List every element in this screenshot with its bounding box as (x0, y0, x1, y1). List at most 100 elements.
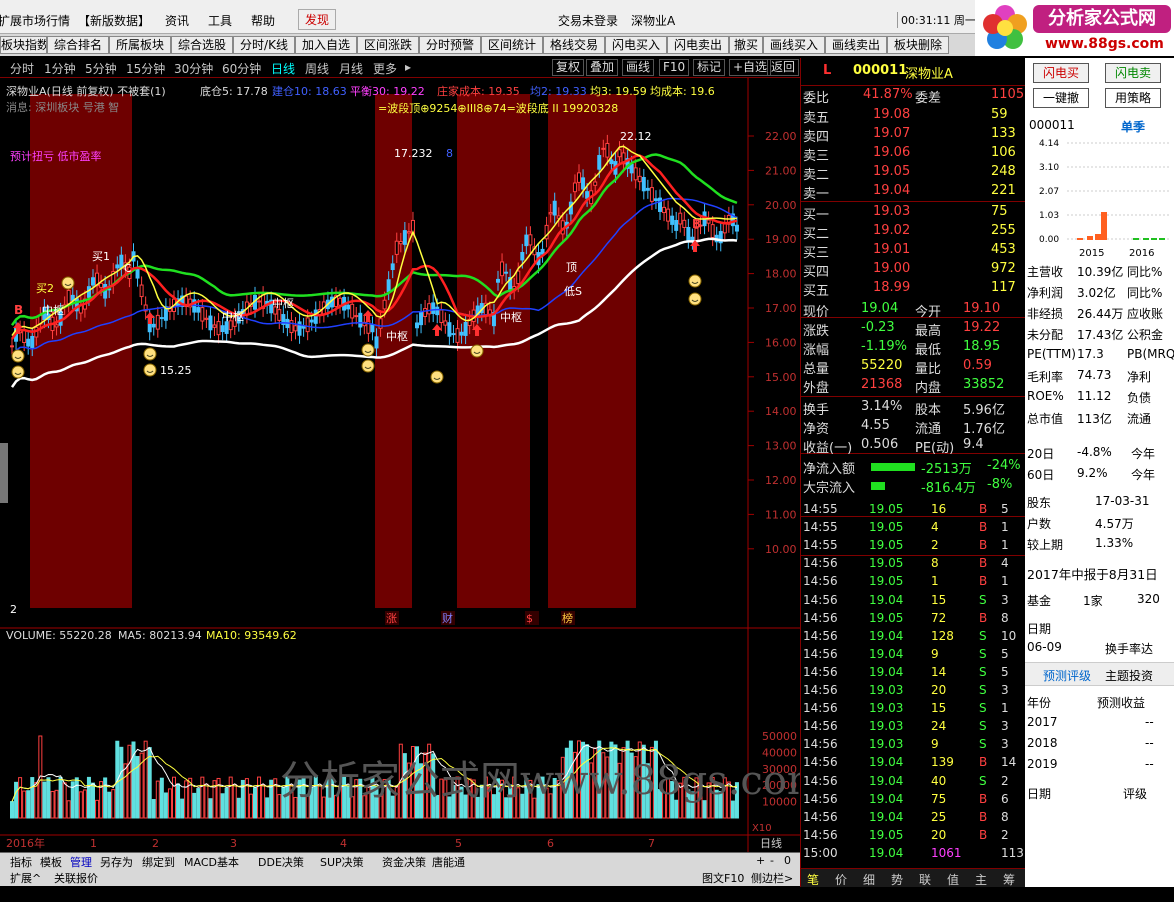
wave-line: =波段顶⊕9254⊕III8⊕74=波段底 II 19920328 (378, 102, 619, 115)
indicator-tab-9[interactable]: 唐能通 (432, 854, 465, 870)
zoom-control-2[interactable]: 0 (784, 854, 791, 867)
menu-tools[interactable]: 工具 (208, 12, 232, 29)
menu-help[interactable]: 帮助 (251, 12, 275, 29)
indicator-tab-2[interactable]: 管理 (70, 854, 92, 870)
draw-button[interactable]: 画线 (622, 59, 655, 76)
volume-bar (22, 790, 27, 819)
quote-tab-0[interactable]: 笔 (807, 871, 819, 888)
fin-label2: 应收账 (1127, 307, 1164, 321)
zoom-control-0[interactable]: + (756, 854, 765, 867)
toolbar-button-7[interactable]: 分时预警 (419, 36, 481, 54)
toolbar-button-15[interactable]: 板块删除 (887, 36, 949, 54)
tick-time: 14:56 (803, 646, 838, 661)
quote-tab-3[interactable]: 势 (891, 871, 903, 888)
period-fenshi[interactable]: 分时 (10, 60, 34, 77)
toolbar-button-4[interactable]: 分时/K线 (233, 36, 295, 54)
quote-tab-1[interactable]: 价 (835, 871, 847, 888)
indicator-tab-6[interactable]: DDE决策 (258, 854, 304, 870)
toolbar-button-6[interactable]: 区间涨跌 (357, 36, 419, 54)
toolbar-button-11[interactable]: 闪电卖出 (667, 36, 729, 54)
buy-price: 19.02 (873, 223, 911, 238)
period-more[interactable]: 更多 (373, 60, 397, 77)
related-quote-button[interactable]: 关联报价 (54, 870, 98, 886)
wb-val: 41.87% (863, 87, 913, 102)
sell-level: 卖一 (803, 187, 830, 202)
info-button-2[interactable]: 一键撤 (1033, 88, 1089, 108)
stat2-label: 换手 (803, 403, 830, 418)
back-button[interactable]: 返回 (767, 59, 800, 76)
fin-label: PE(TTM) (1027, 347, 1076, 361)
forecast-tab-1[interactable]: 主题投资 (1105, 667, 1153, 684)
indicator-tab-7[interactable]: SUP决策 (320, 854, 364, 870)
toolbar-button-2[interactable]: 所属板块 (109, 36, 171, 54)
indicator-tab-8[interactable]: 资金决策 (382, 854, 426, 870)
toolbar-button-0[interactable]: 板块指数 (0, 36, 47, 54)
indicator-tab-3[interactable]: 另存为 (100, 854, 133, 870)
quote-tab-4[interactable]: 联 (919, 871, 931, 888)
period-daily[interactable]: 日线 (271, 60, 295, 77)
kline-chart[interactable]: 22.00 21.00 20.00 19.00 18.00 17.00 16.00 15.00… (0, 78, 825, 852)
overlay-button[interactable]: 叠加 (586, 59, 619, 76)
menu-discover[interactable]: 发现 (298, 9, 337, 30)
forecast-tab-0[interactable]: 预测评级 (1043, 667, 1091, 684)
candle (86, 286, 91, 298)
menu-new-data[interactable]: 【新版数据】 (78, 12, 150, 29)
quote-tab-5[interactable]: 值 (947, 871, 959, 888)
more-chevron-icon[interactable]: ▸ (405, 60, 411, 74)
info-button-1[interactable]: 闪电卖 (1105, 63, 1161, 83)
toolbar-button-12[interactable]: 撤买 (729, 36, 763, 54)
fin-val: 11.12 (1077, 389, 1112, 403)
tick-side: B (979, 574, 988, 589)
event-marker-label: 榜 (562, 611, 573, 625)
price-tick: 21.00 (765, 164, 797, 177)
toolbar-button-9[interactable]: 格线交易 (543, 36, 605, 54)
logo-title: 分析家公式网 (1033, 5, 1171, 33)
info-button-3[interactable]: 用策略 (1105, 88, 1161, 108)
candle (99, 282, 104, 288)
expand-button[interactable]: 扩展^ (10, 870, 41, 886)
fuquan-button[interactable]: 复权 (552, 59, 585, 76)
f10-text-button[interactable]: 图文F10 (702, 870, 744, 886)
info-panel: 闪电买 闪电卖 一键撤 用策略 000011 单季 4.14 3.10 2.07 1.03 0.00… (1025, 58, 1174, 887)
sidebar-toggle[interactable]: 侧边栏> (751, 870, 793, 886)
toolbar-button-5[interactable]: 加入自选 (295, 36, 357, 54)
indicator-tab-0[interactable]: 指标 (10, 854, 32, 870)
mark-button[interactable]: 标记 (693, 59, 726, 76)
toolbar-button-14[interactable]: 画线卖出 (825, 36, 887, 54)
quote-tab-2[interactable]: 细 (863, 871, 875, 888)
indicator-tab-1[interactable]: 模板 (40, 854, 62, 870)
period-weekly[interactable]: 周线 (305, 60, 329, 77)
toolbar-button-1[interactable]: 综合排名 (47, 36, 109, 54)
tick-count: 3 (1001, 592, 1009, 607)
add-favorite-button[interactable]: +自选 (729, 59, 772, 76)
period-monthly[interactable]: 月线 (339, 60, 363, 77)
quote-tab-6[interactable]: 主 (975, 871, 987, 888)
stat2-val2: 5.96亿 (963, 403, 1005, 418)
tick-vol: 75 (931, 791, 947, 806)
login-status[interactable]: 交易未登录 (558, 12, 618, 29)
side-collapse-handle[interactable] (0, 443, 8, 503)
menu-market[interactable]: 扩展市场行情 (0, 12, 70, 29)
indicator-tab-5[interactable]: MACD基本 (184, 854, 239, 870)
toolbar-button-13[interactable]: 画线买入 (763, 36, 825, 54)
price-tick: 15.00 (765, 371, 797, 384)
period-1min[interactable]: 1分钟 (44, 60, 76, 77)
zoom-control-1[interactable]: - (770, 854, 774, 867)
f10-button[interactable]: F10 (659, 59, 690, 76)
perf-val: -4.8% (1077, 445, 1112, 459)
period-60min[interactable]: 60分钟 (222, 60, 261, 77)
info-button-0[interactable]: 闪电买 (1033, 63, 1089, 83)
period-30min[interactable]: 30分钟 (174, 60, 213, 77)
toolbar-button-3[interactable]: 综合选股 (171, 36, 233, 54)
period-5min[interactable]: 5分钟 (85, 60, 117, 77)
volume-bar (82, 789, 87, 819)
toolbar-button-10[interactable]: 闪电买入 (605, 36, 667, 54)
smiley-icon (11, 365, 25, 379)
menu-news[interactable]: 资讯 (165, 12, 189, 29)
rating-head: 日期 (1027, 787, 1052, 801)
quote-tab-7[interactable]: 筹 (1003, 871, 1015, 888)
wb-label: 委比 (803, 91, 830, 106)
toolbar-button-8[interactable]: 区间统计 (481, 36, 543, 54)
period-15min[interactable]: 15分钟 (126, 60, 165, 77)
indicator-tab-4[interactable]: 绑定到 (142, 854, 175, 870)
